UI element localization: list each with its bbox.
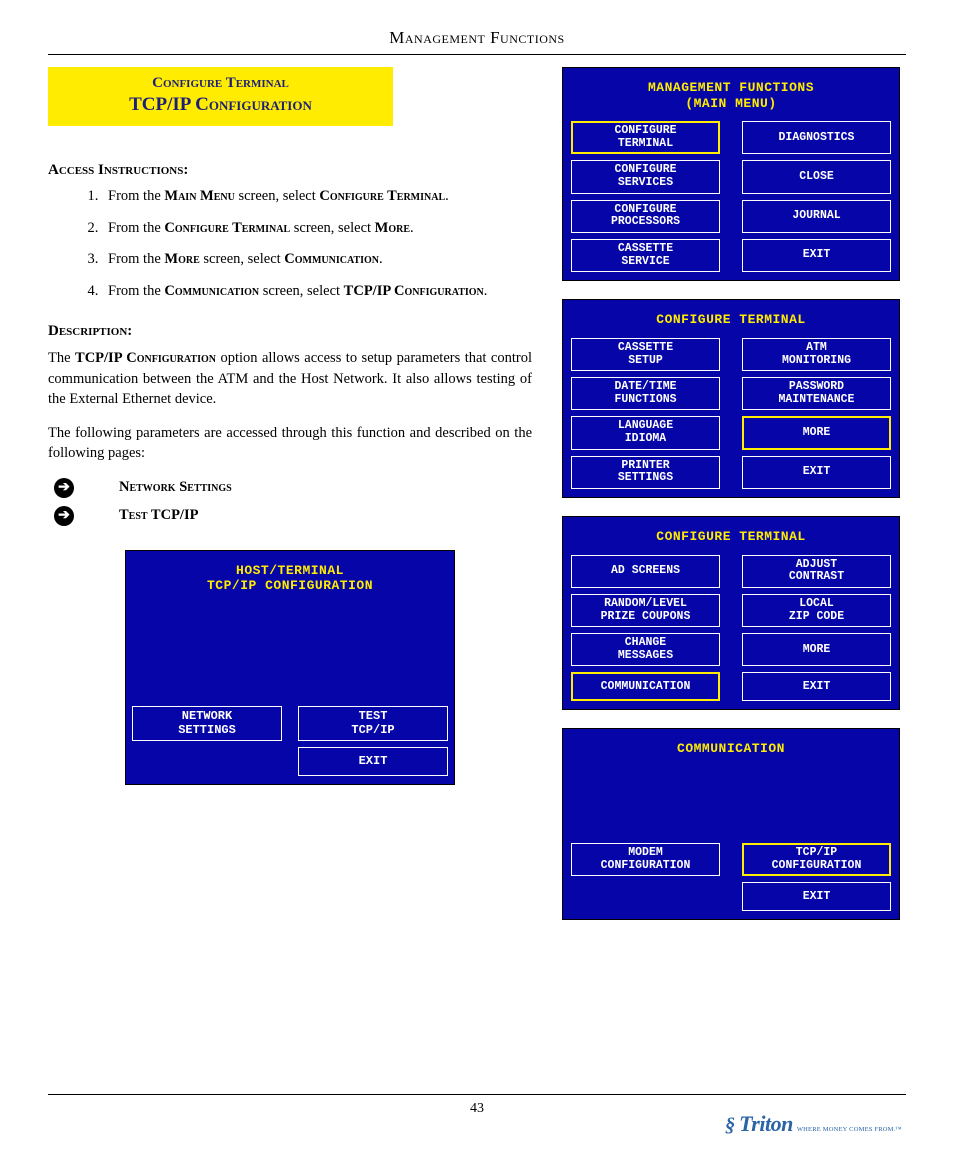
step-3: From the More screen, select Communicati…: [102, 250, 532, 270]
atm-screen-title: CONFIGURE TERMINAL: [569, 523, 893, 555]
atm-menu-button[interactable]: DATE/TIME FUNCTIONS: [571, 377, 720, 410]
step-4: From the Communication screen, select TC…: [102, 282, 532, 302]
atm-menu-button: [571, 882, 720, 911]
description-label: Description:: [48, 323, 532, 340]
atm-menu-button[interactable]: CASSETTE SETUP: [571, 338, 720, 371]
atm-menu-button[interactable]: ATM MONITORING: [742, 338, 891, 371]
atm-menu-button[interactable]: CONFIGURE SERVICES: [571, 160, 720, 193]
atm-screen-3: CONFIGURE TERMINALAD SCREENS ADJUST CONTR…: [562, 516, 900, 710]
atm-menu-button[interactable]: EXIT: [742, 456, 891, 489]
atm-menu-button[interactable]: AD SCREENS: [571, 555, 720, 588]
atm-screen-2: CONFIGURE TERMINALCASSETTE SETUP ATM MONI…: [562, 299, 900, 498]
bullet-label-1: Network Settings: [119, 479, 232, 496]
atm-menu-button[interactable]: EXIT: [742, 882, 891, 911]
description-paragraph-2: The following parameters are accessed th…: [48, 423, 532, 464]
atm-menu-button[interactable]: JOURNAL: [742, 200, 891, 233]
bullet-row-1: ➔ Network Settings: [48, 478, 532, 498]
atm-menu-button[interactable]: ADJUST CONTRAST: [742, 555, 891, 588]
description-paragraph-1: The TCP/IP Configuration option allows a…: [48, 348, 532, 409]
left-column: Configure Terminal TCP/IP Configuration …: [48, 67, 532, 920]
steps-list: From the Main Menu screen, select Config…: [102, 187, 532, 301]
bullet-label-2: Test TCP/IP: [119, 507, 198, 524]
atm-menu-button[interactable]: PRINTER SETTINGS: [571, 456, 720, 489]
atm-menu-button[interactable]: EXIT: [298, 747, 448, 776]
atm-screen-4: COMMUNICATION MODEM CONFIGURATION TCP/IP C…: [562, 728, 900, 920]
footer-rule: [48, 1094, 906, 1095]
arrow-right-icon: ➔: [54, 506, 74, 526]
topic-banner: Configure Terminal TCP/IP Configuration: [48, 67, 393, 126]
atm-menu-button[interactable]: CHANGE MESSAGES: [571, 633, 720, 666]
atm-menu-button[interactable]: EXIT: [742, 239, 891, 272]
brand-tagline: WHERE MONEY COMES FROM.™: [797, 1126, 902, 1133]
step-2: From the Configure Terminal screen, sele…: [102, 219, 532, 239]
access-instructions-label: Access Instructions:: [48, 162, 532, 179]
atm-menu-button[interactable]: TCP/IP CONFIGURATION: [742, 843, 891, 876]
brand-footer: § Triton WHERE MONEY COMES FROM.™: [725, 1111, 902, 1137]
atm-menu-button: [132, 747, 282, 776]
atm-menu-button[interactable]: PASSWORD MAINTENANCE: [742, 377, 891, 410]
atm-menu-button[interactable]: CASSETTE SERVICE: [571, 239, 720, 272]
atm-screen-title: COMMUNICATION: [569, 735, 893, 767]
atm-menu-button[interactable]: CONFIGURE TERMINAL: [571, 121, 720, 154]
banner-line1: Configure Terminal: [60, 75, 381, 92]
atm-screen-title: MANAGEMENT FUNCTIONS (MAIN MENU): [569, 74, 893, 121]
atm-menu-button[interactable]: RANDOM/LEVEL PRIZE COUPONS: [571, 594, 720, 627]
brand-logo-icon: §: [725, 1114, 735, 1137]
atm-menu-button[interactable]: MODEM CONFIGURATION: [571, 843, 720, 876]
atm-menu-button[interactable]: CONFIGURE PROCESSORS: [571, 200, 720, 233]
brand-name: Triton: [739, 1111, 793, 1137]
bullet-row-2: ➔ Test TCP/IP: [48, 506, 532, 526]
tcpip-screen-title: HOST/TERMINAL TCP/IP CONFIGURATION: [132, 557, 448, 604]
page-header-title: Management Functions: [0, 0, 954, 54]
atm-menu-button[interactable]: COMMUNICATION: [571, 672, 720, 701]
atm-menu-button[interactable]: NETWORK SETTINGS: [132, 706, 282, 740]
atm-menu-button[interactable]: TEST TCP/IP: [298, 706, 448, 740]
atm-menu-button[interactable]: CLOSE: [742, 160, 891, 193]
tcpip-config-screen: HOST/TERMINAL TCP/IP CONFIGURATION NETWO…: [125, 550, 455, 785]
atm-menu-button[interactable]: EXIT: [742, 672, 891, 701]
atm-screen-1: MANAGEMENT FUNCTIONS (MAIN MENU)CONFIGUR…: [562, 67, 900, 281]
atm-menu-button[interactable]: MORE: [742, 633, 891, 666]
right-column: MANAGEMENT FUNCTIONS (MAIN MENU)CONFIGUR…: [556, 67, 906, 920]
atm-screen-title: CONFIGURE TERMINAL: [569, 306, 893, 338]
step-1: From the Main Menu screen, select Config…: [102, 187, 532, 207]
banner-line2: TCP/IP Configuration: [60, 94, 381, 116]
arrow-right-icon: ➔: [54, 478, 74, 498]
atm-menu-button[interactable]: MORE: [742, 416, 891, 449]
atm-menu-button[interactable]: LOCAL ZIP CODE: [742, 594, 891, 627]
atm-menu-button[interactable]: LANGUAGE IDIOMA: [571, 416, 720, 449]
atm-menu-button[interactable]: DIAGNOSTICS: [742, 121, 891, 154]
